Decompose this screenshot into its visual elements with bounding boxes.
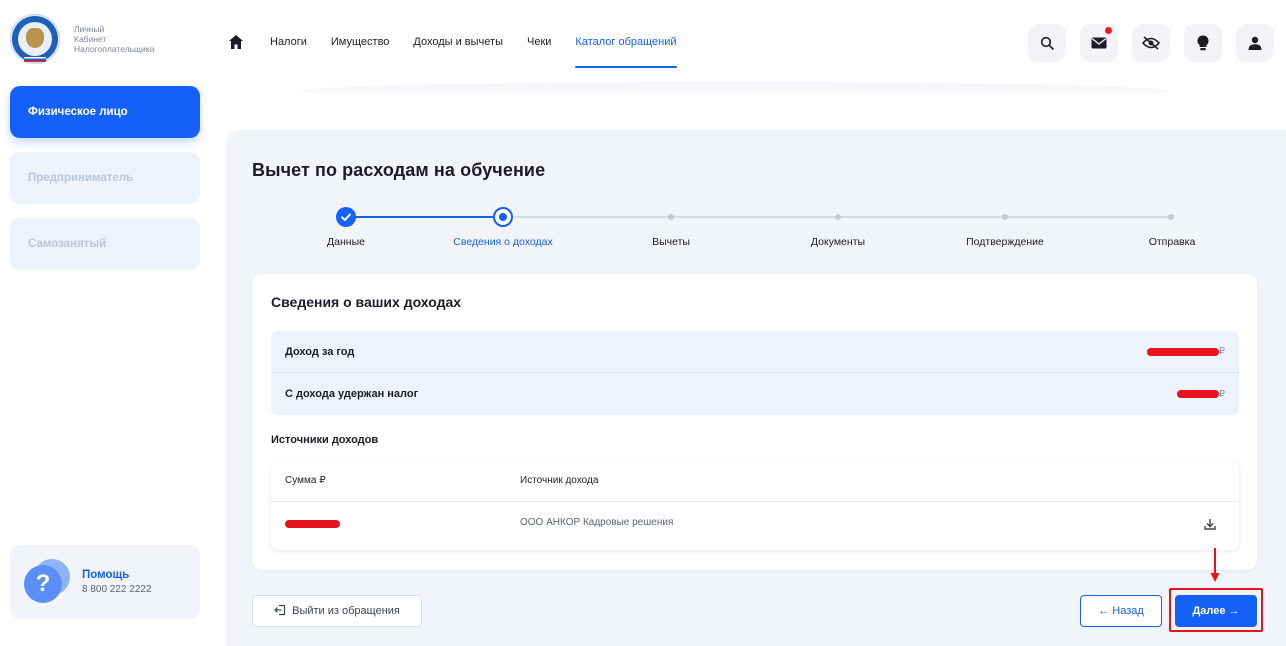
step-label-documents: Документы: [810, 236, 866, 248]
nav-item-income-deductions[interactable]: Доходы и вычеты: [413, 28, 503, 56]
step-check-icon: [336, 207, 356, 227]
step-label-deductions: Вычеты: [652, 236, 690, 248]
eye-off-icon: [1142, 36, 1160, 50]
help-widget[interactable]: ? Помощь 8 800 222 2222: [10, 545, 200, 619]
stepper: Данные Сведения о доходах Вычеты Докумен…: [226, 206, 1286, 256]
card-title: Сведения о ваших доходах: [271, 294, 462, 310]
step-label-data: Данные: [327, 236, 365, 248]
emblem-icon: [10, 14, 60, 64]
step-dot: [668, 214, 674, 220]
logo-line-3: Налогоплательщика: [74, 44, 155, 54]
logo-line-1: Личный: [74, 24, 105, 34]
annotation-arrow-down-icon: [1210, 548, 1220, 582]
exit-request-label: Выйти из обращения: [292, 605, 400, 617]
visibility-button[interactable]: [1132, 24, 1170, 62]
main-panel: Вычет по расходам на обучение Данные Све…: [226, 130, 1286, 646]
notification-dot: [1105, 27, 1112, 34]
logo-text: Личный Кабинет Налогоплательщика: [74, 24, 154, 54]
help-icon: ?: [24, 559, 70, 605]
help-phone: 8 800 222 2222: [82, 584, 152, 595]
logout-icon: [274, 604, 286, 619]
search-icon: [1040, 36, 1054, 50]
logo[interactable]: Личный Кабинет Налогоплательщика: [10, 14, 154, 64]
redacted-value: [1146, 347, 1219, 356]
column-header-amount: Сумма ₽: [285, 475, 326, 486]
info-label: Доход за год: [285, 345, 355, 358]
step-dot: [835, 214, 841, 220]
sidebar-item-self-employed[interactable]: Самозанятый: [10, 218, 200, 270]
sources-table: Сумма ₽ Источник дохода ООО АНКОР Кадров…: [271, 461, 1239, 550]
top-toolbar: [1014, 24, 1274, 62]
income-card: Сведения о ваших доходах Доход за год ₽ …: [252, 274, 1257, 570]
step-dot: [1002, 214, 1008, 220]
user-icon: [1248, 36, 1262, 50]
sources-title: Источники доходов: [271, 434, 379, 446]
page-title: Вычет по расходам на обучение: [252, 160, 546, 180]
step-label-confirmation: Подтверждение: [966, 236, 1044, 248]
nav-item-property[interactable]: Имущество: [331, 28, 390, 56]
step-dot: [1168, 214, 1174, 220]
mail-icon: [1091, 37, 1107, 49]
redacted-value: [1176, 390, 1219, 398]
nav-item-taxes[interactable]: Налоги: [270, 28, 307, 56]
header-shadow: [300, 82, 1170, 100]
tips-button[interactable]: [1184, 24, 1222, 62]
info-value: ₽: [1146, 346, 1225, 357]
table-header: Сумма ₽ Источник дохода: [271, 461, 1239, 502]
back-button[interactable]: ← Назад: [1080, 595, 1162, 627]
info-row-annual-income: Доход за год ₽: [271, 331, 1239, 373]
table-cell-source: ООО АНКОР Кадровые решения: [520, 517, 674, 528]
search-button[interactable]: [1028, 24, 1066, 62]
info-row-withheld-tax: С дохода удержан налог ₽: [271, 373, 1239, 415]
nav-item-requests-catalog[interactable]: Каталог обращений: [575, 28, 677, 68]
top-nav: Налоги Имущество Доходы и вычеты Чеки Ка…: [228, 28, 701, 68]
exit-request-button[interactable]: Выйти из обращения: [252, 595, 422, 627]
stepper-progress-line: [346, 216, 503, 218]
logo-line-2: Кабинет: [74, 34, 107, 44]
messages-button[interactable]: [1080, 24, 1118, 62]
next-button[interactable]: Далее →: [1175, 595, 1257, 627]
currency-symbol: ₽: [1218, 388, 1225, 400]
info-value: ₽: [1176, 388, 1225, 400]
column-header-source: Источник дохода: [520, 475, 599, 486]
sidebar-item-entrepreneur[interactable]: Предприниматель: [10, 152, 200, 204]
page: Личный Кабинет Налогоплательщика Налоги …: [0, 0, 1286, 646]
step-label-sending: Отправка: [1148, 236, 1196, 248]
currency-symbol: ₽: [1218, 346, 1225, 357]
redacted-amount: [285, 520, 340, 528]
download-icon[interactable]: [1203, 517, 1217, 531]
home-icon[interactable]: [228, 34, 244, 50]
lightbulb-icon: [1197, 35, 1209, 51]
profile-button[interactable]: [1236, 24, 1274, 62]
step-current-dot: [493, 207, 513, 227]
nav-item-receipts[interactable]: Чеки: [527, 28, 551, 56]
step-label-income: Сведения о доходах: [453, 236, 553, 248]
sidebar-item-individual[interactable]: Физическое лицо: [10, 86, 200, 138]
info-label: С дохода удержан налог: [285, 388, 419, 400]
help-title: Помощь: [82, 569, 130, 581]
